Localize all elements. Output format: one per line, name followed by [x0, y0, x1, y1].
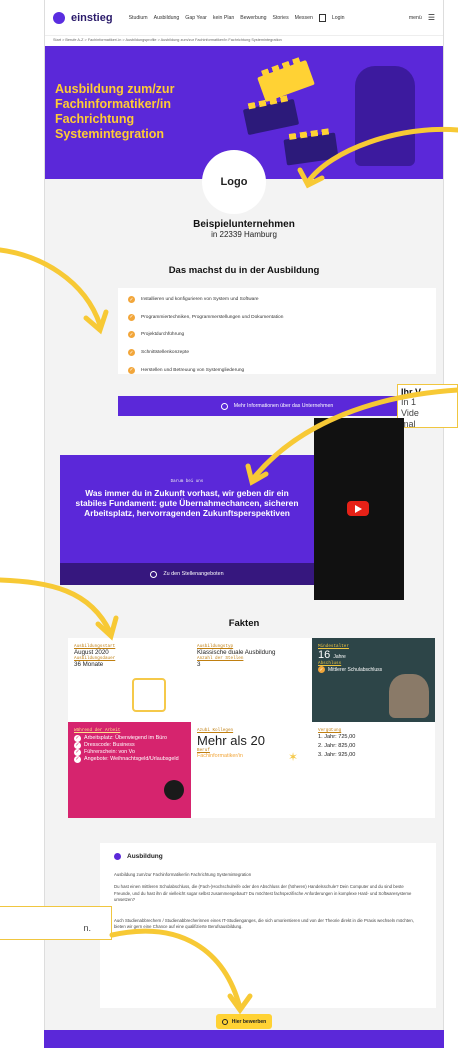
arrow-training	[0, 247, 103, 328]
arrow-hero	[305, 126, 458, 185]
arrow-banner	[249, 387, 458, 483]
arrow-apply	[109, 928, 243, 1011]
arrow-facts	[0, 577, 113, 635]
page: einstieg Studium Ausbildung Gap Year kei…	[0, 0, 458, 1048]
annotation-arrows	[0, 126, 458, 1015]
